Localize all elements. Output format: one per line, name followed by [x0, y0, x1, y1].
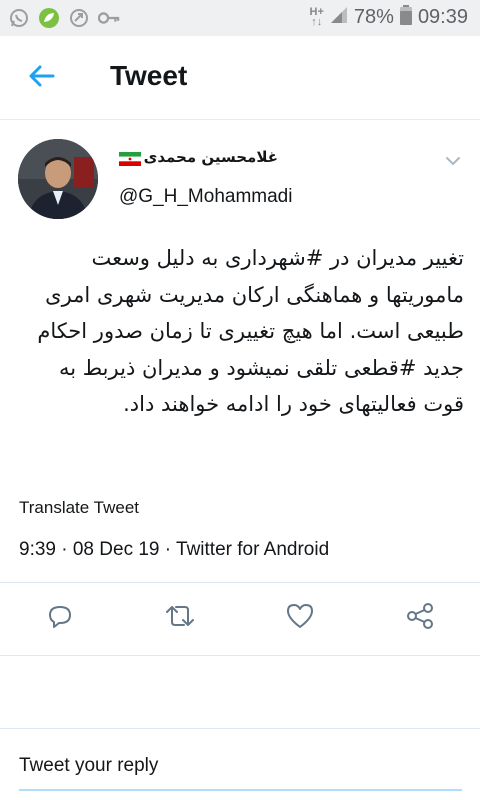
- reply-underline: [19, 789, 462, 791]
- divider: [0, 582, 480, 583]
- arrow-left-icon: [29, 65, 55, 91]
- divider: [0, 655, 480, 656]
- missed-call-icon: [68, 7, 90, 29]
- like-button[interactable]: [282, 600, 318, 636]
- status-bar: H+ ↑↓ 78% 09:39: [0, 0, 480, 36]
- notification-icons: [8, 7, 120, 29]
- key-icon: [98, 7, 120, 29]
- leaf-icon: [38, 7, 60, 29]
- tweet-text: تغییر مدیران در #شهرداری به دلیل وسعت ما…: [37, 246, 464, 416]
- battery-icon: [399, 5, 412, 29]
- network-type: H+ ↑↓: [309, 6, 324, 28]
- reply-button[interactable]: [42, 600, 78, 636]
- back-button[interactable]: [24, 60, 60, 96]
- retweet-button[interactable]: [162, 600, 198, 636]
- battery-percent: 78%: [353, 5, 394, 28]
- share-icon: [406, 602, 434, 634]
- clock: 09:39: [417, 5, 468, 28]
- app-header: Tweet: [0, 36, 480, 120]
- user-handle[interactable]: @G_H_Mohammadi: [119, 186, 292, 208]
- avatar[interactable]: [18, 139, 98, 219]
- chevron-down-icon[interactable]: [442, 150, 464, 172]
- share-button[interactable]: [402, 600, 438, 636]
- whatsapp-icon: [8, 7, 30, 29]
- system-indicators: H+ ↑↓ 78% 09:39: [310, 5, 468, 29]
- like-icon: [285, 602, 315, 634]
- reply-input[interactable]: Tweet your reply: [19, 755, 158, 777]
- divider: [0, 728, 480, 729]
- signal-icon: [330, 6, 348, 28]
- page-title: Tweet: [110, 60, 188, 91]
- translate-tweet-link[interactable]: Translate Tweet: [19, 498, 139, 518]
- network-label: H+: [309, 6, 324, 18]
- retweet-icon: [164, 602, 196, 634]
- tweet-timestamp: 9:39 · 08 Dec 19 · Twitter for Android: [19, 539, 330, 560]
- display-name[interactable]: غلامحسین محمدی: [118, 148, 278, 166]
- reply-icon: [46, 602, 74, 634]
